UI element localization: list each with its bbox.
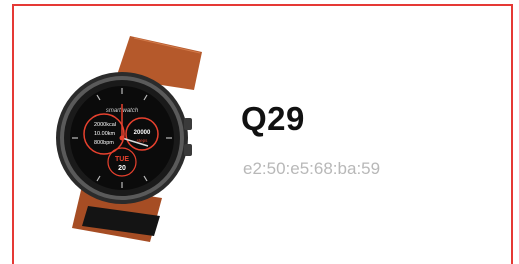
device-card[interactable]: smart watch 2000kcal 10.00km 800bpm 2000… bbox=[12, 4, 513, 264]
date-readout: 20 bbox=[118, 165, 126, 172]
heart-rate-readout: 800bpm bbox=[94, 140, 114, 146]
device-name: Q29 bbox=[241, 100, 305, 137]
calories-readout: 2000kcal bbox=[94, 122, 116, 128]
smartwatch-image: smart watch 2000kcal 10.00km 800bpm 2000… bbox=[56, 36, 202, 242]
steps-value: 20000 bbox=[134, 130, 151, 136]
watch-brand-text: smart watch bbox=[106, 108, 139, 114]
day-readout: TUE bbox=[115, 156, 129, 163]
distance-readout: 10.00km bbox=[94, 131, 116, 137]
device-mac-address: e2:50:e5:68:ba:59 bbox=[243, 159, 381, 178]
steps-label: steps bbox=[137, 138, 149, 143]
